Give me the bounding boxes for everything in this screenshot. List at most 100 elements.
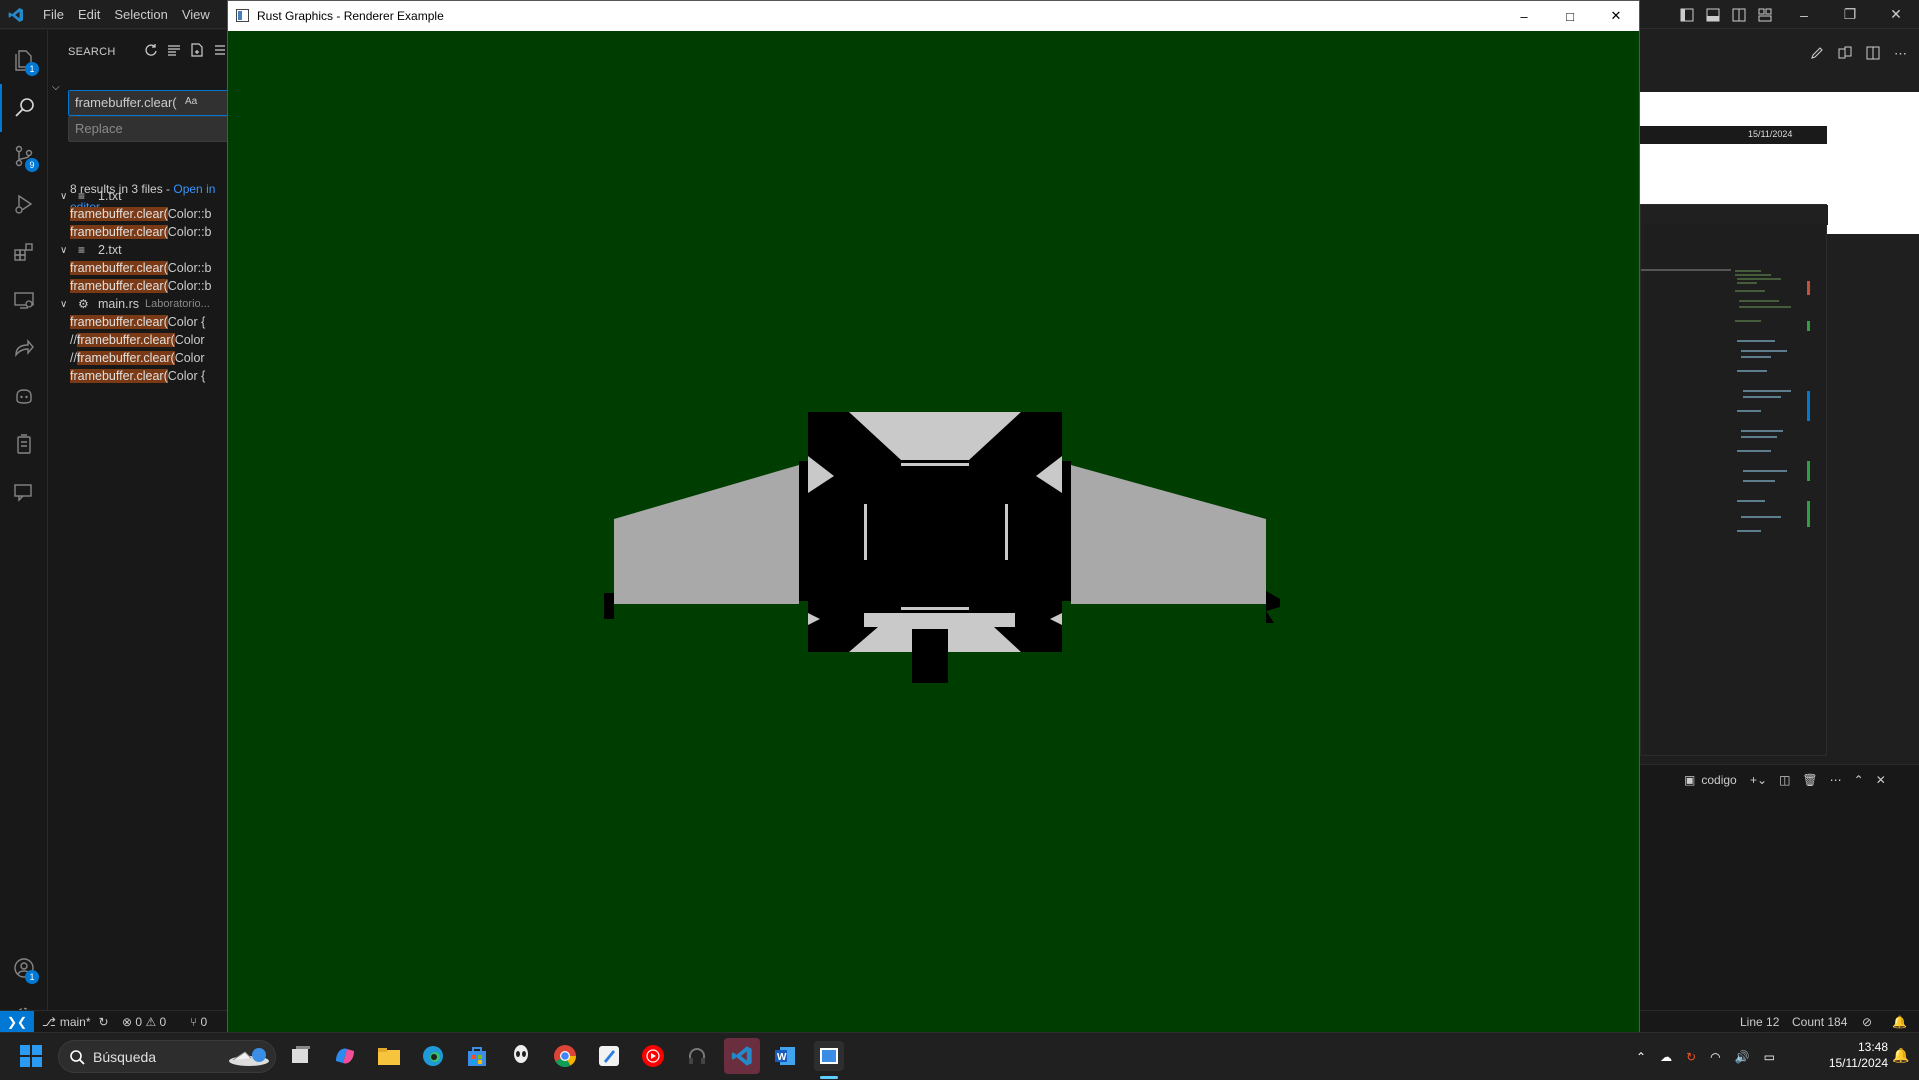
chrome-browser-icon[interactable]	[550, 1041, 580, 1071]
toggle-secondary-sidebar-icon[interactable]	[1732, 8, 1746, 22]
replace-placeholder: Replace	[75, 121, 123, 136]
maximize-icon[interactable]: □	[1547, 1, 1593, 31]
customize-layout-icon[interactable]	[1758, 8, 1772, 22]
terminal-label: codigo	[1701, 773, 1737, 787]
new-search-editor-icon[interactable]	[190, 43, 204, 57]
app-window-icon	[236, 9, 249, 22]
match-highlight: framebuffer.clear(	[70, 261, 168, 275]
battery-icon[interactable]: ▭	[1764, 1050, 1775, 1064]
onedrive-icon[interactable]: ☁	[1660, 1050, 1672, 1064]
word-icon[interactable]: W	[770, 1041, 800, 1071]
clock[interactable]: 13:48 15/11/2024	[1808, 1039, 1888, 1071]
notifications-icon[interactable]: 🔔	[1892, 1011, 1907, 1033]
match-row[interactable]: framebuffer.clear(Color {	[70, 365, 220, 387]
terminal-tab[interactable]: ▣ codigo	[1684, 773, 1737, 787]
extensions-button[interactable]	[0, 228, 48, 276]
remote-indicator-icon[interactable]: ❯❮	[0, 1011, 34, 1033]
split-editor-icon[interactable]	[1866, 46, 1880, 62]
chevron-down-icon: ∨	[60, 244, 68, 256]
close-icon[interactable]: ✕	[1873, 0, 1919, 29]
copilot-button[interactable]	[0, 372, 48, 420]
replace-input[interactable]: Replace	[68, 116, 228, 142]
minimize-icon[interactable]: –	[1501, 1, 1547, 31]
explorer-button[interactable]: 1	[0, 36, 48, 84]
add-terminal-icon[interactable]: +⌄	[1750, 773, 1767, 787]
git-branch-icon: ⎇	[42, 1015, 56, 1029]
source-control-button[interactable]: 9	[0, 132, 48, 180]
error-icon: ⊗	[122, 1015, 133, 1029]
restore-icon[interactable]: ❐	[1827, 0, 1873, 29]
edge-browser-icon[interactable]	[418, 1041, 448, 1071]
close-icon[interactable]: ✕	[1593, 1, 1639, 31]
edit-pencil-icon[interactable]	[1810, 46, 1824, 62]
chevron-down-icon: ∨	[60, 298, 68, 310]
menu-file[interactable]: File	[36, 7, 71, 22]
search-input[interactable]: framebuffer.clear( Aa	[68, 90, 228, 116]
menu-view[interactable]: View	[175, 7, 217, 22]
run-debug-button[interactable]	[0, 180, 48, 228]
testing-button[interactable]	[0, 420, 48, 468]
menu-bar: File Edit Selection View	[36, 0, 217, 29]
task-view-icon[interactable]	[286, 1041, 316, 1071]
menu-edit[interactable]: Edit	[71, 7, 107, 22]
editor-actions: ⋯	[1810, 46, 1907, 62]
taskbar-search[interactable]: Búsqueda	[58, 1040, 276, 1073]
youtube-music-icon[interactable]	[638, 1041, 668, 1071]
split-terminal-icon[interactable]: ◫	[1779, 773, 1790, 787]
rust-window-taskbar-icon[interactable]	[814, 1041, 844, 1071]
alienware-icon[interactable]	[506, 1041, 536, 1071]
match-case-toggle[interactable]: Aa	[185, 96, 197, 107]
match-suffix: Color	[174, 333, 205, 347]
wifi-icon[interactable]: ◠	[1710, 1050, 1720, 1064]
trash-icon[interactable]: 🗑	[1802, 773, 1817, 787]
notification-bell-icon[interactable]: 🔔	[1892, 1047, 1909, 1064]
search-button[interactable]	[0, 84, 48, 132]
collapse-all-icon[interactable]	[213, 43, 227, 57]
notes-app-icon[interactable]	[594, 1041, 624, 1071]
compare-changes-icon[interactable]	[1838, 46, 1852, 62]
maximize-panel-icon[interactable]: ⌃	[1854, 773, 1864, 787]
copilot-app-icon[interactable]	[330, 1041, 360, 1071]
remote-explorer-icon	[14, 292, 34, 309]
live-share-button[interactable]	[0, 324, 48, 372]
minimize-icon[interactable]: –	[1781, 0, 1827, 29]
nested-titlebar	[1641, 205, 1828, 225]
rust-window-title: Rust Graphics - Renderer Example	[257, 9, 444, 23]
terminal-panel: ▣ codigo +⌄ ◫ 🗑 ⋯ ⌃ ✕	[1640, 764, 1919, 1040]
clear-results-icon[interactable]	[167, 43, 181, 57]
vscode-window-controls: – ❐ ✕	[1781, 0, 1919, 29]
accounts-button[interactable]: 1	[0, 944, 48, 992]
branch-indicator[interactable]: ⎇ main* ↻	[42, 1011, 109, 1033]
problems-indicator[interactable]: ⊗ 0 ⚠ 0	[122, 1011, 166, 1033]
headset-app-icon[interactable]	[682, 1041, 712, 1071]
selection-count[interactable]: Count 184	[1792, 1011, 1847, 1033]
chat-button[interactable]	[0, 468, 48, 516]
cursor-position[interactable]: Line 12	[1740, 1011, 1779, 1033]
match-prefix: //	[70, 351, 77, 365]
vscode-taskbar-icon[interactable]	[724, 1038, 760, 1074]
microsoft-store-icon[interactable]	[462, 1041, 492, 1071]
copilot-status-icon[interactable]: ⊘	[1862, 1011, 1872, 1033]
right-wing	[1071, 465, 1266, 604]
search-actions	[144, 43, 227, 57]
update-sync-icon[interactable]: ↻	[1686, 1050, 1696, 1064]
show-hidden-icons-chevron-icon[interactable]: ⌃	[1636, 1050, 1646, 1064]
menu-selection[interactable]: Selection	[107, 7, 174, 22]
match-suffix: Color	[174, 351, 205, 365]
rust-file-icon: ⚙	[78, 297, 89, 311]
close-panel-icon[interactable]: ✕	[1876, 773, 1886, 787]
more-actions-icon[interactable]: ⋯	[1894, 46, 1907, 62]
volume-icon[interactable]: 🔊	[1735, 1050, 1750, 1064]
text-file-icon: ≡	[78, 243, 86, 257]
toggle-panel-icon[interactable]	[1706, 8, 1720, 22]
start-button[interactable]	[16, 1041, 46, 1071]
toggle-primary-sidebar-icon[interactable]	[1680, 8, 1694, 22]
toggle-replace-chevron-icon[interactable]: ⌵	[52, 82, 60, 93]
refresh-icon[interactable]	[144, 43, 158, 57]
ports-indicator[interactable]: ⑂ 0	[190, 1011, 207, 1033]
more-actions-icon[interactable]: ⋯	[1830, 773, 1842, 787]
match-prefix: //	[70, 333, 77, 347]
file-explorer-icon[interactable]	[374, 1041, 404, 1071]
remote-explorer-button[interactable]	[0, 276, 48, 324]
sidebar-title: SEARCH	[68, 46, 116, 58]
